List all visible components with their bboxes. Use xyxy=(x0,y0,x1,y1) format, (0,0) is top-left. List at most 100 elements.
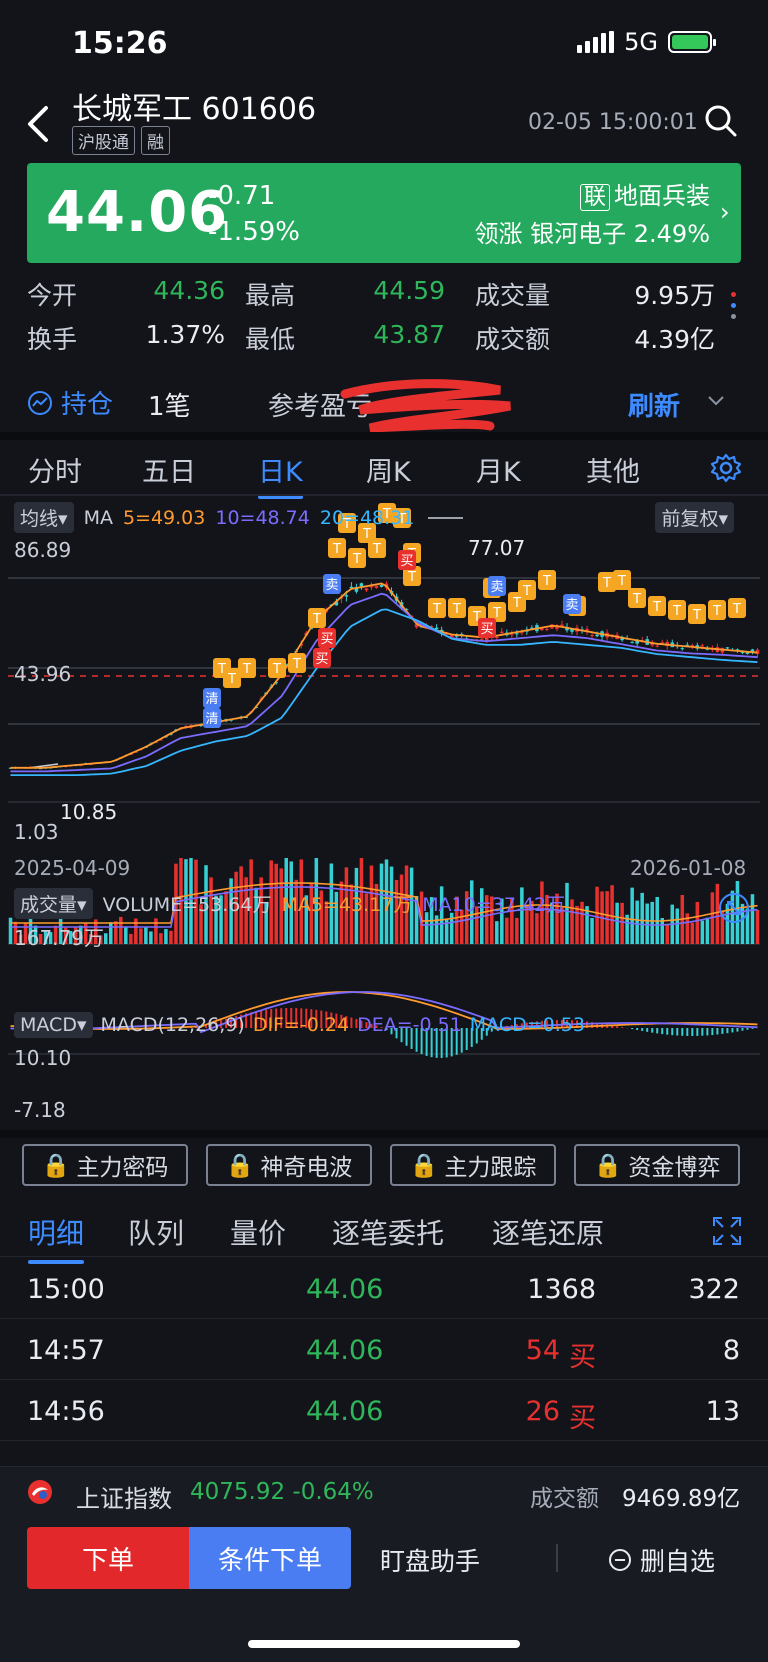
tab-five-day[interactable]: 五日 xyxy=(142,450,196,489)
volume-bar xyxy=(665,924,670,944)
trade-count: 8 xyxy=(722,1335,740,1366)
refresh-button[interactable]: 刷新 xyxy=(628,386,680,423)
trade-volume: 54 xyxy=(525,1335,560,1366)
tab-tick-orders[interactable]: 逐笔委托 xyxy=(332,1212,444,1252)
volume-ma5: MA5=43.17万 xyxy=(281,894,413,916)
volume-bar xyxy=(515,917,519,944)
trade-direction: 买 xyxy=(569,1342,596,1373)
low-value: 43.87 xyxy=(373,320,445,349)
remove-watchlist-button[interactable]: 删自选 xyxy=(608,1542,715,1578)
order-button[interactable]: 下单 xyxy=(27,1527,189,1589)
trade-marker-t-label: T xyxy=(632,592,641,607)
candle-body xyxy=(545,629,549,631)
y-axis-top: 86.89 xyxy=(14,538,72,562)
candle-body xyxy=(495,636,499,639)
max-price-label: 77.07 xyxy=(468,536,526,560)
main-force-track-button[interactable]: 🔒 主力跟踪 xyxy=(390,1144,556,1186)
fullscreen-icon[interactable] xyxy=(712,1216,742,1246)
volume-bar xyxy=(159,933,163,944)
volume-value: VOLUME=53.64万 xyxy=(102,894,272,916)
trade-marker-clear-label: 清 xyxy=(205,712,218,727)
tab-monthly-k[interactable]: 月K xyxy=(476,450,521,489)
volume-bar xyxy=(675,908,680,944)
trade-row: 15:00 44.06 1368 322 xyxy=(0,1258,768,1319)
tab-queue[interactable]: 队列 xyxy=(128,1212,184,1252)
chart-grid xyxy=(8,517,760,1055)
tab-weekly-k[interactable]: 周K xyxy=(366,450,411,489)
trade-marker-buy-label: 买 xyxy=(400,554,413,569)
stock-tags: 沪股通 融 xyxy=(72,126,170,155)
func-label: 主力跟踪 xyxy=(444,1155,537,1181)
capital-game-button[interactable]: 🔒 资金博弈 xyxy=(574,1144,740,1186)
tab-volume-price[interactable]: 量价 xyxy=(230,1212,286,1252)
position-label: 持仓 xyxy=(61,390,114,420)
trade-marker-t-label: T xyxy=(242,662,251,677)
trade-marker-t-label: T xyxy=(352,552,361,567)
tab-other[interactable]: 其他 xyxy=(586,450,640,489)
candle-body xyxy=(540,628,544,631)
chevron-down-icon[interactable] xyxy=(706,394,726,408)
chevron-right-icon[interactable]: › xyxy=(720,198,730,226)
trade-marker-buy-label: 买 xyxy=(315,652,328,667)
search-icon[interactable] xyxy=(704,104,738,138)
watch-assistant-button[interactable]: 盯盘助手 xyxy=(380,1542,480,1578)
tab-daily-k[interactable]: 日K xyxy=(258,450,303,499)
trade-marker-t-label: T xyxy=(692,608,701,623)
volume-bar xyxy=(645,903,649,944)
volume-bar xyxy=(595,886,599,944)
back-icon[interactable] xyxy=(22,104,52,144)
section-divider xyxy=(0,432,768,440)
volume-bar xyxy=(129,933,133,944)
candle-body xyxy=(344,595,349,597)
position-button[interactable]: 持仓 xyxy=(27,384,113,421)
tab-detail[interactable]: 明细 xyxy=(28,1212,85,1264)
expand-chart-icon[interactable] xyxy=(718,892,750,924)
volume-bar xyxy=(104,933,108,944)
trade-price: 44.06 xyxy=(306,1335,384,1366)
trade-marker-t-label: T xyxy=(542,574,551,589)
trade-marker-t-label: T xyxy=(602,576,611,591)
conditional-order-button[interactable]: 条件下单 xyxy=(189,1527,351,1589)
candle-body xyxy=(500,631,504,633)
ma-toggle[interactable]: 均线▾ xyxy=(14,502,74,533)
trade-marker-t-label: T xyxy=(512,596,521,611)
volume-bar xyxy=(8,917,13,944)
sector-info[interactable]: 联地面兵装 领涨 银河电子 2.49% xyxy=(475,178,711,252)
volume-bar xyxy=(565,882,569,944)
position-count: 1笔 xyxy=(148,392,191,422)
ma5-value: 5=49.03 xyxy=(122,506,206,529)
status-indicators: 5G xyxy=(577,28,716,56)
volume-bar xyxy=(700,920,705,944)
adjust-select[interactable]: 前复权▾ xyxy=(655,502,734,533)
candle-body xyxy=(630,641,634,643)
adjust-label: 前复权 xyxy=(661,508,719,530)
trade-count: 322 xyxy=(688,1274,740,1305)
volume-bar xyxy=(149,931,153,944)
volume-bar xyxy=(164,929,168,944)
ma-line-ma20 xyxy=(10,608,758,776)
low-label: 最低 xyxy=(245,325,296,354)
period-tabs: 分时 五日 日K 周K 月K 其他 xyxy=(0,448,768,499)
position-chart-icon xyxy=(28,390,52,415)
volume-bar xyxy=(119,916,123,944)
tabs-divider xyxy=(0,494,768,496)
ma10-value: 10=48.74 xyxy=(215,506,310,529)
trade-marker-t-label: T xyxy=(712,604,721,619)
macd-toggle[interactable]: MACD▾ xyxy=(14,1012,93,1038)
main-force-code-button[interactable]: 🔒 主力密码 xyxy=(22,1144,188,1186)
change-percent: -1.59% xyxy=(208,217,300,247)
quote-grid: 今开 44.36 最高 44.59 成交量 9.95万 换手 1.37% 最低 43.87… xyxy=(27,272,717,360)
gear-icon[interactable] xyxy=(710,452,742,484)
magic-wave-button[interactable]: 🔒 神奇电波 xyxy=(206,1144,372,1186)
func-label: 资金博弈 xyxy=(628,1155,721,1181)
volume-bar xyxy=(630,887,634,944)
volume-bar xyxy=(124,927,128,944)
index-value: 4075.92 -0.64% xyxy=(190,1479,374,1505)
volume-toggle[interactable]: 成交量▾ xyxy=(14,888,93,919)
high-value: 44.59 xyxy=(373,276,445,305)
func-label: 主力密码 xyxy=(76,1155,169,1181)
trade-marker-t-label: T xyxy=(617,574,626,589)
tab-tick-restore[interactable]: 逐笔还原 xyxy=(492,1212,604,1252)
more-dots-icon[interactable] xyxy=(728,292,738,319)
tab-intraday[interactable]: 分时 xyxy=(28,450,82,489)
